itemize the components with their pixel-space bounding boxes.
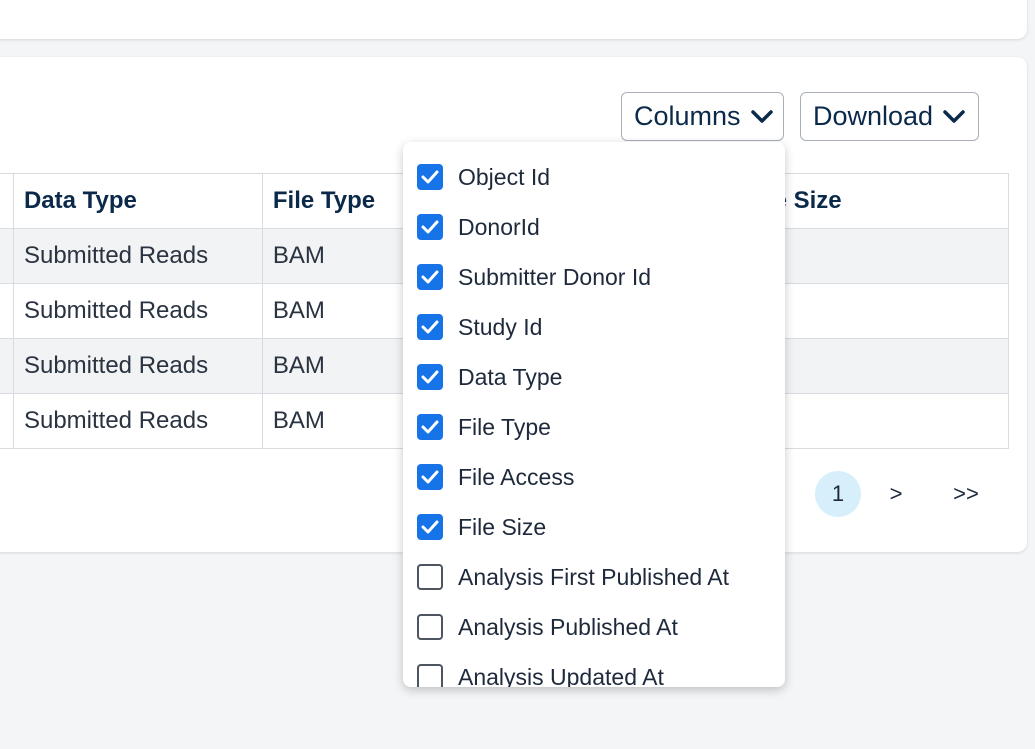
column-option-file-type[interactable]: File Type xyxy=(417,412,551,442)
checkmark-icon xyxy=(421,470,439,484)
column-option-label: Analysis Published At xyxy=(458,613,678,640)
checkbox-unchecked[interactable] xyxy=(417,564,443,590)
checkbox-checked[interactable] xyxy=(417,414,443,440)
checkmark-icon xyxy=(421,520,439,534)
column-option-label: File Access xyxy=(458,463,575,490)
table-cell-file-size: 6 xyxy=(749,338,1009,394)
column-header-file-size[interactable]: ile Size xyxy=(749,173,1009,229)
column-option-label: File Type xyxy=(458,413,551,440)
checkbox-unchecked[interactable] xyxy=(417,664,443,687)
top-panel xyxy=(0,0,1027,39)
column-option-analysis-first-published-at[interactable]: Analysis First Published At xyxy=(417,562,729,592)
table-cell-partial xyxy=(0,393,14,449)
chevron-down-icon xyxy=(943,109,965,124)
column-option-label: Analysis First Published At xyxy=(458,563,730,590)
checkbox-unchecked[interactable] xyxy=(417,614,443,640)
table-cell-data-type: Submitted Reads xyxy=(12,228,263,284)
table-cell-file-size: 4 xyxy=(749,393,1009,449)
checkbox-checked[interactable] xyxy=(417,514,443,540)
next-page-button[interactable]: > xyxy=(861,481,931,507)
columns-button-label: Columns xyxy=(634,101,741,131)
columns-dropdown-menu: Object Id DonorId Submitter Donor Id Stu… xyxy=(403,142,785,687)
checkbox-checked[interactable] xyxy=(417,364,443,390)
column-option-label: Analysis Updated At xyxy=(458,663,664,688)
column-option-label: Data Type xyxy=(458,363,563,390)
table-cell-file-size: 9 xyxy=(749,283,1009,339)
table-cell-partial xyxy=(0,338,14,394)
checkbox-checked[interactable] xyxy=(417,164,443,190)
download-button-label: Download xyxy=(813,101,934,131)
last-page-button[interactable]: >> xyxy=(931,481,1001,507)
checkmark-icon xyxy=(421,370,439,384)
table-cell-partial xyxy=(0,228,14,284)
column-option-file-size[interactable]: File Size xyxy=(417,512,546,542)
checkmark-icon xyxy=(421,220,439,234)
checkmark-icon xyxy=(421,170,439,184)
column-option-label: Object Id xyxy=(458,163,551,190)
column-option-label: Study Id xyxy=(458,313,543,340)
checkbox-checked[interactable] xyxy=(417,314,443,340)
column-header-data-type[interactable]: Data Type xyxy=(12,173,263,229)
checkbox-checked[interactable] xyxy=(417,464,443,490)
checkmark-icon xyxy=(421,270,439,284)
download-button[interactable]: Download xyxy=(800,92,979,141)
table-cell-file-size: 4 xyxy=(749,228,1009,284)
table-cell-data-type: Submitted Reads xyxy=(12,393,263,449)
column-option-submitter-donor-id[interactable]: Submitter Donor Id xyxy=(417,262,651,292)
column-option-object-id[interactable]: Object Id xyxy=(417,162,550,192)
column-option-data-type[interactable]: Data Type xyxy=(417,362,562,392)
table-cell-data-type: Submitted Reads xyxy=(12,338,263,394)
checkmark-icon xyxy=(421,420,439,434)
column-option-analysis-published-at[interactable]: Analysis Published At xyxy=(417,612,678,642)
table-cell-data-type: Submitted Reads xyxy=(12,283,263,339)
checkbox-checked[interactable] xyxy=(417,264,443,290)
column-option-analysis-updated-at[interactable]: Analysis Updated At xyxy=(417,662,664,687)
pagination: 1 > >> xyxy=(815,471,1001,517)
column-header-partial xyxy=(0,173,14,229)
column-option-label: Submitter Donor Id xyxy=(458,263,652,290)
column-option-label: DonorId xyxy=(458,213,540,240)
checkmark-icon xyxy=(421,320,439,334)
column-option-label: File Size xyxy=(458,513,547,540)
column-option-study-id[interactable]: Study Id xyxy=(417,312,542,342)
chevron-down-icon xyxy=(750,109,773,124)
page-button-current[interactable]: 1 xyxy=(815,471,861,517)
column-option-file-access[interactable]: File Access xyxy=(417,462,574,492)
table-cell-partial xyxy=(0,283,14,339)
columns-button[interactable]: Columns xyxy=(621,92,784,141)
column-option-donor-id[interactable]: DonorId xyxy=(417,212,540,242)
checkbox-checked[interactable] xyxy=(417,214,443,240)
